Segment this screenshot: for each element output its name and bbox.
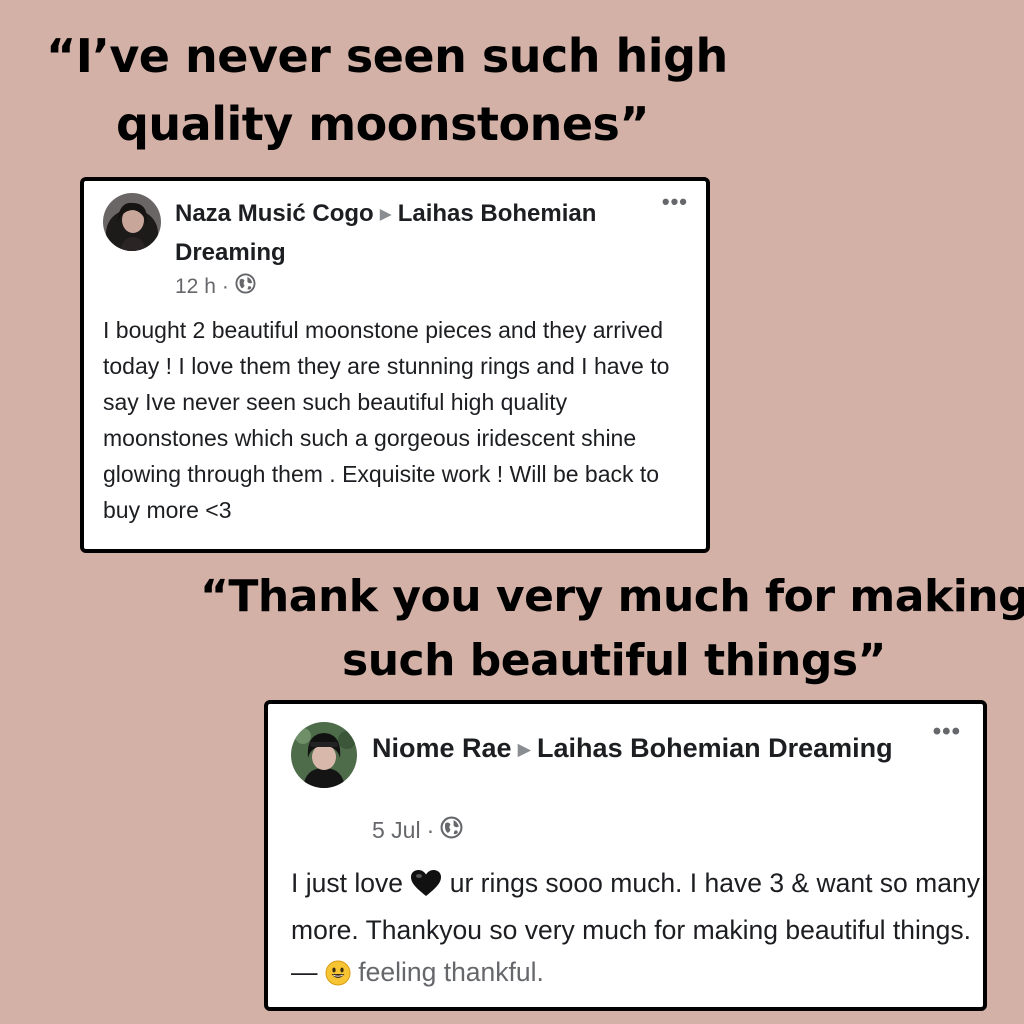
headline-quote-1: “I’ve never seen such high quality moons… [46, 22, 728, 158]
post-header: Niome Rae ▶ Laihas Bohemian Dreaming [372, 727, 912, 772]
black-heart-icon [410, 867, 442, 909]
feeling-status[interactable]: feeling thankful. [358, 957, 544, 987]
globe-icon [440, 816, 463, 845]
post-text: I just love ur rings sooo much. I have 3… [291, 862, 981, 998]
arrow-right-icon: ▶ [379, 206, 392, 223]
headline-quote-2: “Thank you very much for making such bea… [200, 565, 1024, 693]
headline-quote-2-line-1: “Thank you very much for making [200, 571, 1024, 622]
grinning-face-icon [325, 956, 351, 998]
headline-quote-1-line-2: quality moonstones” [116, 97, 650, 151]
separator: · [426, 817, 435, 843]
headline-quote-2-line-2: such beautiful things” [342, 635, 886, 686]
review-post-2: Niome Rae ▶ Laihas Bohemian Dreaming 5 Jul… [264, 700, 987, 1011]
globe-icon [235, 273, 256, 300]
avatar[interactable] [103, 193, 161, 251]
post-header: Naza Musić Cogo ▶ Laihas Bohemian Dreaming [175, 196, 645, 271]
avatar[interactable] [291, 722, 357, 788]
post-text: I bought 2 beautiful moonstone pieces an… [103, 317, 670, 523]
review-post-1: Naza Musić Cogo ▶ Laihas Bohemian Dreaming… [80, 177, 710, 553]
post-meta: 5 Jul · [372, 816, 463, 845]
separator: · [221, 274, 229, 298]
post-text-part-1: I just love [291, 868, 403, 898]
author-name[interactable]: Niome Rae [372, 733, 512, 763]
post-time[interactable]: 12 h [175, 275, 216, 299]
more-options-icon[interactable]: ••• [662, 189, 688, 215]
more-options-icon[interactable]: ••• [933, 718, 961, 746]
page-name[interactable]: Laihas Bohemian Dreaming [537, 733, 893, 763]
author-name[interactable]: Naza Musić Cogo [175, 200, 374, 227]
post-meta: 12 h · [175, 273, 256, 300]
arrow-right-icon: ▶ [517, 739, 532, 759]
headline-quote-1-line-1: “I’ve never seen such high [46, 29, 728, 83]
post-time[interactable]: 5 Jul [372, 817, 421, 844]
